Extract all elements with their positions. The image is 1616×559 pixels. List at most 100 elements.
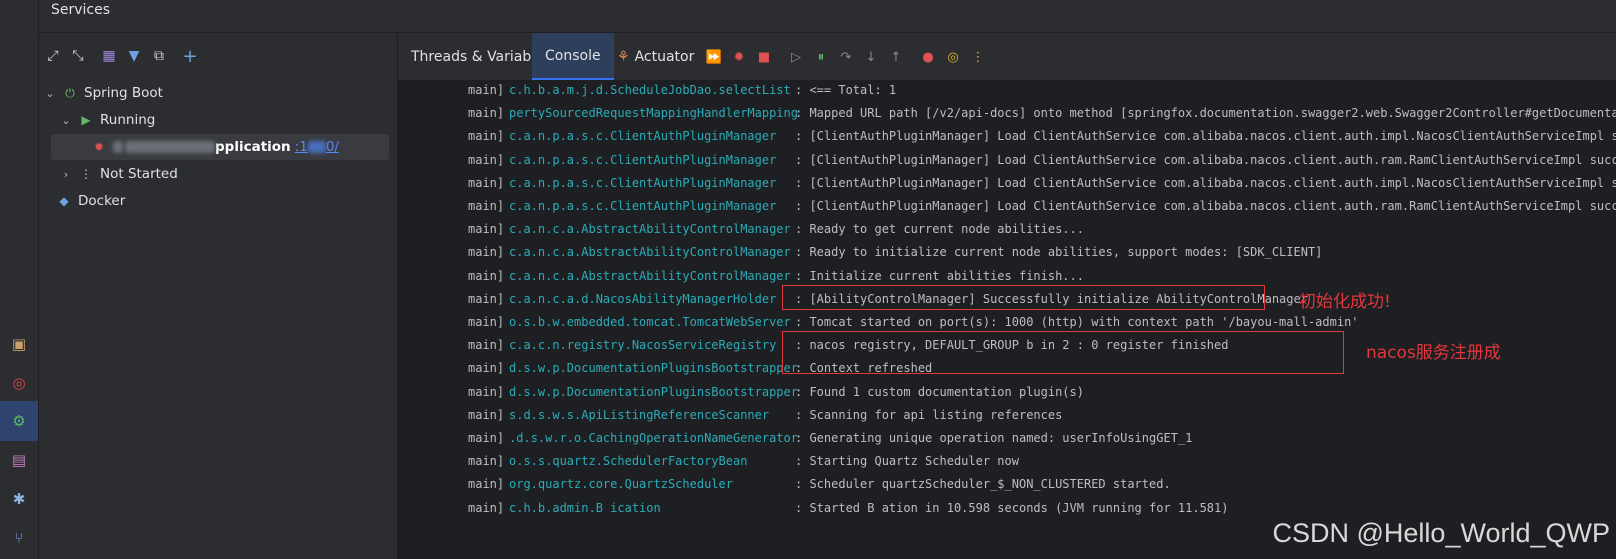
log-logger: s.d.s.w.s.ApiListingReferenceScanner bbox=[509, 407, 770, 422]
services-tree-panel: ⤢ ⤡ ▦ ▼ ⧉ + ⌄ ⏻ Spring Boot ⌄ ▶ Running … bbox=[39, 33, 398, 559]
log-thread: main] bbox=[468, 315, 505, 329]
step-out-icon[interactable]: ↑ bbox=[886, 47, 906, 67]
debug-bug-icon: ✹ bbox=[93, 140, 105, 154]
log-logger: c.a.n.c.a.AbstractAbilityControlManager bbox=[509, 245, 791, 260]
log-thread: main] bbox=[468, 129, 505, 144]
tree-item-application[interactable]: ✹ pplication :1 0/ bbox=[51, 134, 389, 160]
log-logger: d.s.w.p.DocumentationPluginsBootstrapper bbox=[509, 384, 798, 399]
tree-item-docker[interactable]: ◆ Docker bbox=[39, 188, 389, 214]
tab-actuator[interactable]: ⚘ Actuator bbox=[604, 33, 707, 80]
log-thread: main] bbox=[468, 431, 505, 445]
profiler-icon[interactable]: ◎ bbox=[7, 371, 31, 395]
log-thread: main] bbox=[468, 338, 505, 353]
view-breakpoints-icon[interactable]: ● bbox=[918, 47, 938, 67]
tool-window-strip: ▣ ◎ ⚙ ▤ ✱ ⑂ bbox=[0, 0, 39, 559]
console-output[interactable]: main] c.h.b.admin.B ication : Started B at… bbox=[398, 80, 1616, 559]
log-message: : Mapped URL path [/v2/api-docs] onto me… bbox=[795, 106, 1616, 121]
log-message: : <== Total: 1 bbox=[795, 83, 897, 97]
log-logger: org.quartz.core.QuartzScheduler bbox=[509, 477, 733, 492]
log-message: : [ClientAuthPluginManager] Load ClientA… bbox=[795, 152, 1616, 167]
log-thread: main] bbox=[468, 106, 505, 121]
log-message: : Ready to get current node abilities... bbox=[795, 222, 1084, 237]
log-thread: main] bbox=[468, 384, 505, 399]
log-message: : Scheduler quartzScheduler_$_NON_CLUSTE… bbox=[795, 477, 1171, 492]
expand-all-icon[interactable]: ⤢ bbox=[42, 45, 64, 67]
log-message: : Ready to initialize current node abili… bbox=[795, 245, 1323, 260]
log-thread: main] bbox=[468, 500, 505, 515]
log-message: : Starting Quartz Scheduler now bbox=[795, 454, 1019, 469]
tree-item-label: Spring Boot bbox=[84, 85, 163, 101]
log-thread: main] bbox=[468, 291, 505, 306]
stop-icon[interactable]: ■ bbox=[754, 47, 774, 67]
log-thread: main] bbox=[468, 477, 505, 492]
log-logger: pertySourcedRequestMappingHandlerMapping bbox=[509, 106, 798, 121]
tree-item-label: Running bbox=[100, 112, 156, 128]
log-logger: c.a.n.p.a.s.c.ClientAuthPluginManager bbox=[509, 175, 777, 190]
spring-boot-icon: ⏻ bbox=[65, 85, 75, 100]
archive-icon[interactable]: ▣ bbox=[7, 332, 31, 356]
log-logger: c.a.n.c.a.d.NacosAbilityManagerHolder bbox=[509, 291, 777, 306]
group-by-icon[interactable]: ▦ bbox=[98, 45, 120, 67]
tree-item-label: Not Started bbox=[100, 166, 178, 182]
add-service-icon[interactable]: + bbox=[179, 45, 201, 67]
log-logger: o.s.b.w.embedded.tomcat.TomcatWebServer bbox=[509, 315, 791, 329]
debug-bug-icon[interactable]: ✹ bbox=[729, 47, 749, 67]
tree-item-label: Docker bbox=[78, 193, 126, 209]
log-message: : Started B ation in 10.598 seconds (JVM… bbox=[795, 500, 1229, 515]
more-options-icon[interactable]: ⋮ bbox=[968, 47, 988, 67]
log-thread: main] bbox=[468, 454, 505, 469]
services-toolbar: ⤢ ⤡ ▦ ▼ ⧉ + bbox=[39, 33, 397, 79]
chevron-down-icon[interactable]: ⌄ bbox=[58, 114, 74, 127]
services-gear-icon[interactable]: ⚙ bbox=[0, 401, 38, 441]
window-title: Services bbox=[51, 2, 111, 18]
log-thread: main] bbox=[468, 245, 505, 260]
log-logger: .d.s.w.r.o.CachingOperationNameGenerator bbox=[509, 431, 798, 445]
redacted-text bbox=[125, 141, 215, 153]
chevron-right-icon[interactable]: › bbox=[58, 168, 74, 181]
mute-breakpoints-icon[interactable]: ◎ bbox=[943, 47, 963, 67]
problems-icon[interactable]: ✱ bbox=[7, 487, 31, 511]
log-message: : [ClientAuthPluginManager] Load ClientA… bbox=[795, 199, 1616, 213]
filter-icon[interactable]: ▼ bbox=[123, 45, 145, 67]
log-logger: c.h.b.admin.B ication bbox=[509, 500, 661, 515]
rerun-icon[interactable]: ⏩ bbox=[704, 47, 724, 67]
new-tab-icon[interactable]: ⧉ bbox=[148, 45, 170, 67]
more-vertical-icon: ⋮ bbox=[80, 167, 92, 181]
log-message: : Found 1 custom documentation plugin(s) bbox=[795, 384, 1084, 399]
watermark: CSDN @Hello_World_QWP bbox=[1272, 518, 1611, 548]
redacted-text bbox=[113, 141, 123, 153]
log-logger: c.a.n.p.a.s.c.ClientAuthPluginManager bbox=[509, 199, 777, 213]
chevron-down-icon[interactable]: ⌄ bbox=[42, 87, 58, 100]
log-thread: main] bbox=[468, 83, 505, 97]
log-thread: main] bbox=[468, 361, 505, 376]
annotation-init-success: 初始化成功! bbox=[1299, 292, 1391, 312]
log-thread: main] bbox=[468, 407, 505, 422]
log-message: : [ClientAuthPluginManager] Load ClientA… bbox=[795, 175, 1616, 190]
log-thread: main] bbox=[468, 175, 505, 190]
log-logger: c.a.c.n.registry.NacosServiceRegistry bbox=[509, 338, 777, 353]
log-thread: main] bbox=[468, 222, 505, 237]
terminal-icon[interactable]: ▤ bbox=[7, 448, 31, 472]
actuator-icon: ⚘ bbox=[617, 48, 630, 65]
git-branch-icon[interactable]: ⑂ bbox=[7, 526, 31, 550]
port-link[interactable]: :1 0/ bbox=[295, 139, 339, 155]
tab-console[interactable]: Console bbox=[532, 33, 614, 80]
log-logger: c.a.n.p.a.s.c.ClientAuthPluginManager bbox=[509, 129, 777, 144]
application-name: pplication bbox=[113, 139, 291, 155]
step-into-icon[interactable]: ↓ bbox=[861, 47, 881, 67]
log-logger: o.s.s.quartz.SchedulerFactoryBean bbox=[509, 454, 748, 469]
highlight-box-registry bbox=[782, 331, 1344, 374]
log-thread: main] bbox=[468, 152, 505, 167]
collapse-all-icon[interactable]: ⤡ bbox=[67, 45, 89, 67]
resume-icon[interactable]: ▷ bbox=[786, 47, 806, 67]
step-over-icon[interactable]: ↷ bbox=[836, 47, 856, 67]
run-icon: ▶ bbox=[81, 113, 91, 127]
tree-item-not-started[interactable]: › ⋮ Not Started bbox=[39, 161, 389, 187]
tree-item-running[interactable]: ⌄ ▶ Running bbox=[39, 107, 389, 133]
debug-tab-bar: Threads & Variables Console ⚘ Actuator ⏩… bbox=[398, 33, 1616, 81]
services-title-bar: Services bbox=[39, 0, 1616, 33]
highlight-box-init bbox=[782, 285, 1265, 310]
tree-item-spring-boot[interactable]: ⌄ ⏻ Spring Boot bbox=[39, 80, 389, 106]
log-thread: main] bbox=[468, 199, 505, 213]
pause-icon[interactable]: ⏸ bbox=[811, 47, 831, 67]
